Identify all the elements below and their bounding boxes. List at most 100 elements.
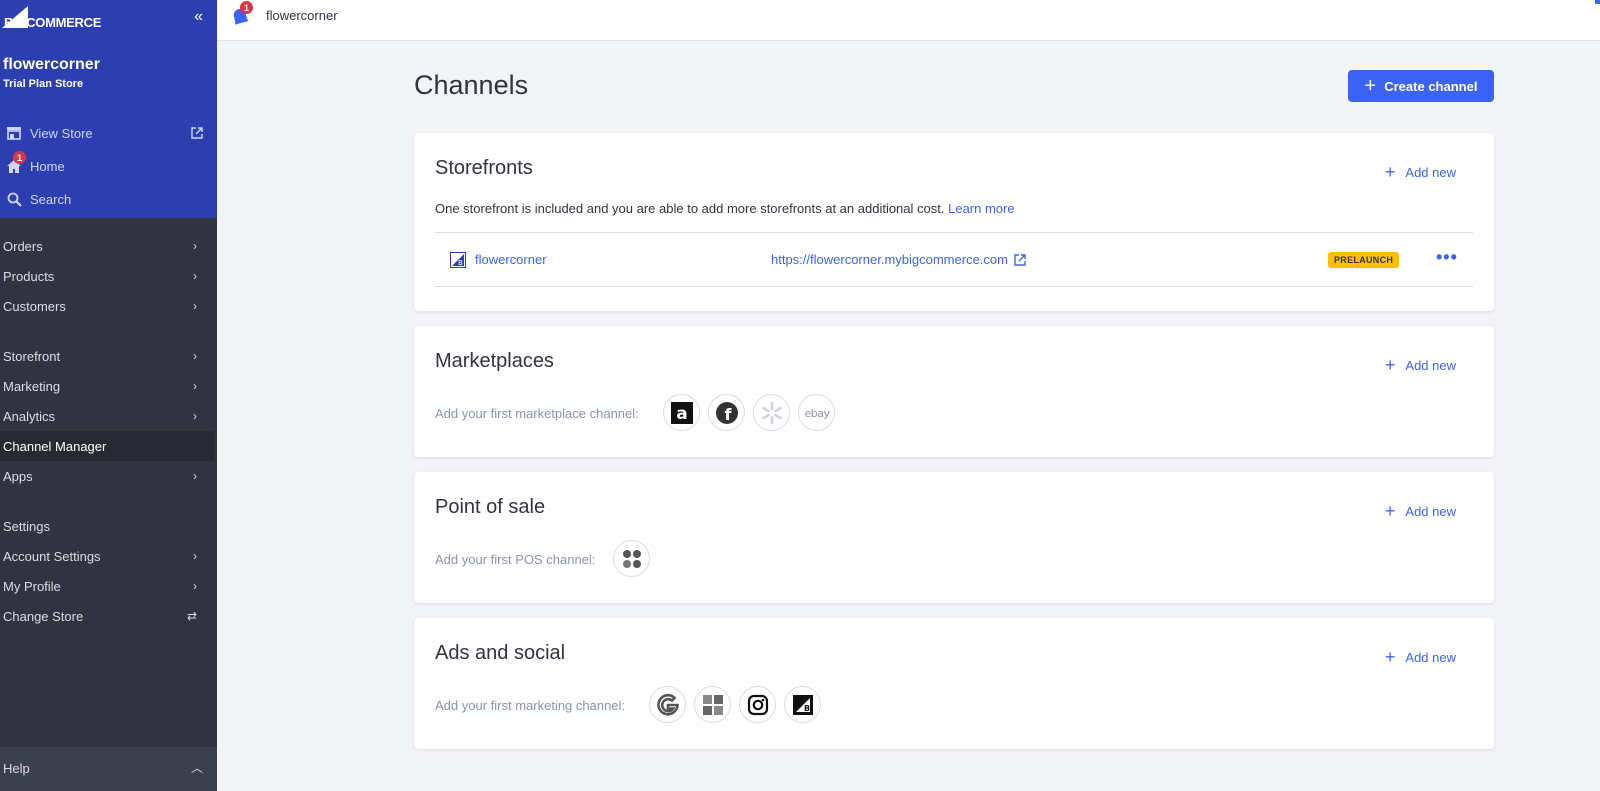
instagram-icon[interactable] xyxy=(739,686,776,723)
chevron-right-icon: › xyxy=(193,269,197,283)
home-label: Home xyxy=(30,158,65,174)
sidebar-item-my-profile[interactable]: My Profile › xyxy=(3,571,217,601)
add-new-label: Add new xyxy=(1405,503,1456,519)
sidebar-item-label: My Profile xyxy=(3,578,61,594)
swap-icon: ⇄ xyxy=(186,609,197,623)
plus-icon: + xyxy=(1384,162,1396,182)
chevron-up-icon: ︿ xyxy=(190,761,203,775)
more-actions-button[interactable]: ••• xyxy=(1436,247,1458,268)
storefronts-title: Storefronts xyxy=(435,157,533,179)
create-channel-label: Create channel xyxy=(1384,78,1478,94)
notification-count-badge: 1 xyxy=(240,1,253,14)
sidebar-item-label: Storefront xyxy=(3,348,61,364)
amazon-icon[interactable]: a xyxy=(663,394,700,431)
header-store-name: flowercorner xyxy=(266,8,338,23)
page-title: Channels xyxy=(414,70,529,100)
sidebar-item-apps[interactable]: Apps › xyxy=(3,461,217,491)
collapse-sidebar-icon[interactable]: « xyxy=(194,8,203,26)
add-new-label: Add new xyxy=(1405,649,1456,665)
microsoft-icon[interactable] xyxy=(694,686,731,723)
plus-icon: + xyxy=(1384,647,1396,667)
ebay-icon[interactable]: ebay xyxy=(798,394,835,431)
create-channel-button[interactable]: + Create channel xyxy=(1348,70,1494,102)
add-marketing-button[interactable]: + Add new xyxy=(1385,648,1456,666)
chevron-right-icon: › xyxy=(193,409,197,423)
sidebar-item-analytics[interactable]: Analytics › xyxy=(3,401,217,431)
point-of-sale-card: Point of sale + Add new Add your first P… xyxy=(414,472,1494,603)
add-new-label: Add new xyxy=(1405,357,1456,373)
sidebar-store-plan: Trial Plan Store xyxy=(3,78,84,90)
sidebar-item-channel-manager[interactable]: Channel Manager xyxy=(0,431,214,461)
sidebar-header: BIGCOMMERCE « flowercorner Trial Plan St… xyxy=(0,0,217,218)
pos-options xyxy=(613,540,650,577)
sidebar-item-label: Products xyxy=(3,268,55,284)
home-icon: 1 xyxy=(5,151,26,175)
sidebar-item-orders[interactable]: Orders › xyxy=(3,231,217,261)
chevron-right-icon: › xyxy=(193,239,197,253)
sidebar-item-label: Account Settings xyxy=(3,548,101,564)
bigcommerce-icon[interactable]: B xyxy=(784,686,821,723)
home-notification-badge: 1 xyxy=(13,151,26,164)
clover-icon[interactable] xyxy=(613,540,650,577)
external-link-icon xyxy=(1014,253,1026,266)
svg-text:B: B xyxy=(804,704,810,713)
search-label: Search xyxy=(30,191,72,207)
sidebar-item-label: Settings xyxy=(3,518,50,534)
storefront-url-link[interactable]: https://flowercorner.mybigcommerce.com xyxy=(771,252,1026,267)
top-header: 1 flowercorner xyxy=(217,0,1600,41)
storefronts-card: Storefronts + Add new One storefront is … xyxy=(414,133,1494,311)
ads-title: Ads and social xyxy=(435,642,566,664)
marketplaces-card: Marketplaces + Add new Add your first ma… xyxy=(414,326,1494,457)
walmart-icon[interactable] xyxy=(753,394,790,431)
storefront-row: B flowercorner https://flowercorner.mybi… xyxy=(435,232,1473,287)
marketplaces-title: Marketplaces xyxy=(435,350,554,372)
external-link-icon[interactable] xyxy=(191,126,203,144)
storefronts-description: One storefront is included and you are a… xyxy=(435,201,1015,216)
storefront-name-link[interactable]: flowercorner xyxy=(475,252,547,267)
corner-indicator xyxy=(1595,0,1600,4)
storefronts-description-text: One storefront is included and you are a… xyxy=(435,201,945,216)
view-store-link[interactable]: View Store xyxy=(5,123,93,143)
svg-text:f: f xyxy=(724,405,732,424)
svg-text:B: B xyxy=(458,259,463,267)
learn-more-link[interactable]: Learn more xyxy=(948,201,1014,216)
bigcommerce-logo-icon xyxy=(2,6,28,28)
sidebar-item-customers[interactable]: Customers › xyxy=(3,291,217,321)
sidebar-item-marketing[interactable]: Marketing › xyxy=(3,371,217,401)
plus-icon: + xyxy=(1364,75,1377,97)
sidebar-item-label: Marketing xyxy=(3,378,61,394)
marketplace-options: a f ebay xyxy=(663,394,835,431)
sidebar-item-label: Analytics xyxy=(3,408,56,424)
storefront-url-text: https://flowercorner.mybigcommerce.com xyxy=(771,252,1008,267)
sidebar-item-change-store[interactable]: Change Store ⇄ xyxy=(3,601,217,631)
add-storefront-button[interactable]: + Add new xyxy=(1385,163,1456,181)
marketing-options: B xyxy=(649,686,821,723)
ads-prompt: Add your first marketing channel: xyxy=(435,698,626,713)
chevron-right-icon: › xyxy=(193,469,197,483)
help-panel-toggle[interactable]: Help ︿ xyxy=(0,747,217,791)
chevron-right-icon: › xyxy=(193,379,197,393)
svg-text:ebay: ebay xyxy=(804,407,830,420)
bigcommerce-logo[interactable]: BIGCOMMERCE xyxy=(2,4,101,30)
sidebar-item-products[interactable]: Products › xyxy=(3,261,217,291)
sidebar-item-account-settings[interactable]: Account Settings › xyxy=(3,541,217,571)
sidebar-item-label: Apps xyxy=(3,468,33,484)
google-icon[interactable] xyxy=(649,686,686,723)
chevron-right-icon: › xyxy=(193,579,197,593)
add-marketplace-button[interactable]: + Add new xyxy=(1385,356,1456,374)
home-link[interactable]: 1 Home xyxy=(5,151,65,176)
search-link[interactable]: Search xyxy=(5,189,71,209)
chevron-right-icon: › xyxy=(193,549,197,563)
sidebar-item-settings[interactable]: Settings xyxy=(3,511,217,541)
svg-text:a: a xyxy=(676,404,687,424)
sidebar-item-label: Change Store xyxy=(3,608,84,624)
add-new-label: Add new xyxy=(1405,164,1456,180)
chevron-right-icon: › xyxy=(193,349,197,363)
facebook-icon[interactable]: f xyxy=(708,394,745,431)
sidebar-item-storefront[interactable]: Storefront › xyxy=(3,341,217,371)
notification-bell-icon[interactable]: 1 xyxy=(229,1,253,27)
help-label: Help xyxy=(3,761,30,776)
plus-icon: + xyxy=(1384,355,1396,375)
add-pos-button[interactable]: + Add new xyxy=(1385,502,1456,520)
search-icon xyxy=(5,190,23,208)
